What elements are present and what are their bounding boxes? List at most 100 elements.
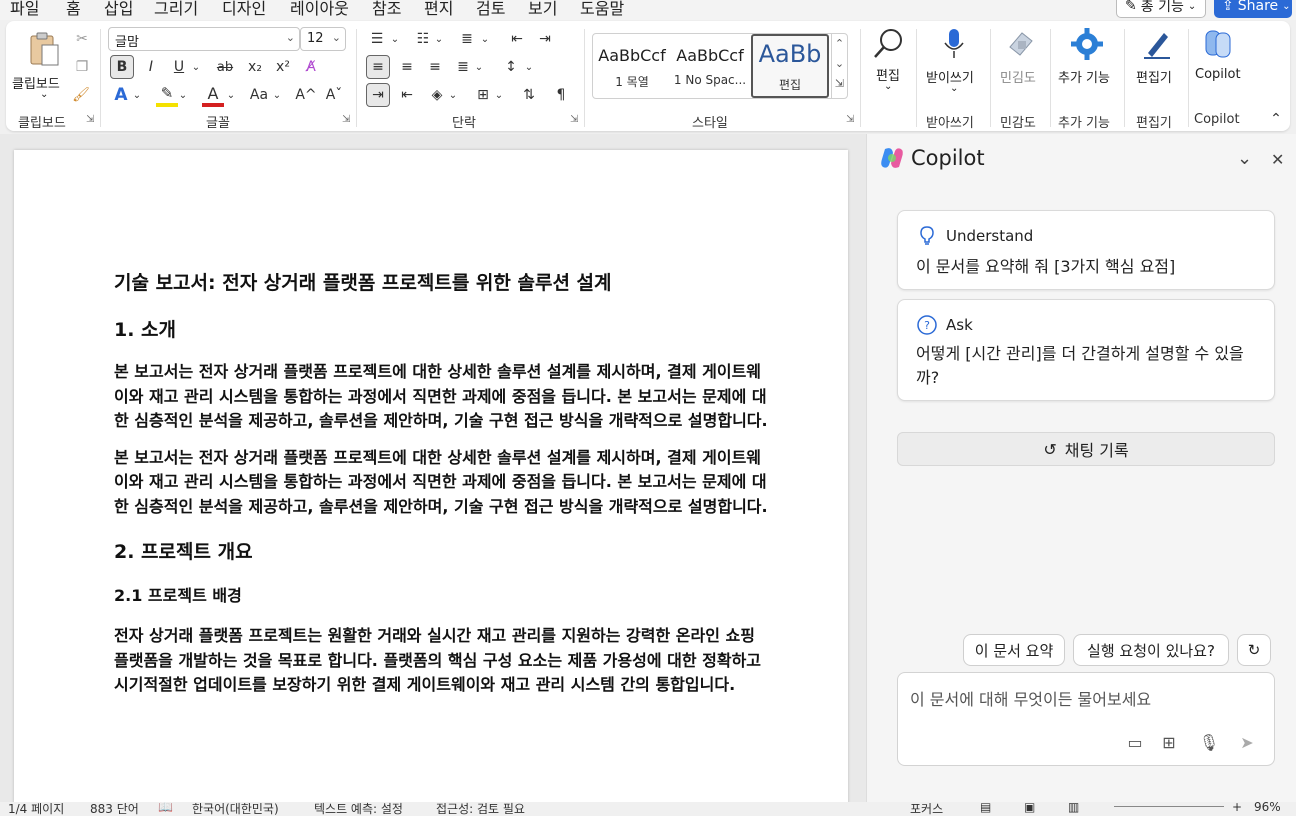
style-edit[interactable]: AaBb 편집 — [751, 34, 829, 98]
tab-references[interactable]: 참조 — [372, 0, 401, 19]
multilevel-list-icon[interactable]: ≣ — [456, 27, 478, 51]
tab-mailings[interactable]: 편지 — [424, 0, 453, 19]
bold-button[interactable]: B — [110, 55, 134, 79]
change-case-button[interactable]: Aa — [246, 83, 272, 107]
language-indicator[interactable]: 한국어(대한민국) — [192, 800, 279, 816]
style-heading-1[interactable]: AaBbCcf 1 목열 — [593, 34, 671, 98]
editing-button[interactable]: 편집 ⌄ — [868, 25, 908, 105]
tab-review[interactable]: 검토 — [476, 0, 505, 19]
zoom-level[interactable]: 96% — [1254, 800, 1281, 814]
copy-icon[interactable]: ❐ — [72, 57, 92, 77]
suggestion-chip-action-items[interactable]: 실행 요청이 있나요? — [1073, 634, 1229, 666]
align-center-icon[interactable]: ≡ — [396, 55, 418, 79]
ltr-direction-icon[interactable]: ⇥ — [366, 83, 390, 107]
tab-file[interactable]: 파일 — [10, 0, 39, 19]
superscript-button[interactable]: x² — [272, 55, 294, 79]
dialog-launcher-icon[interactable]: ⇲ — [86, 114, 94, 125]
prompt-card-ask[interactable]: ? Ask 어떻게 [시간 관리]를 더 간결하게 설명할 수 있을까? — [897, 299, 1275, 401]
subscript-button[interactable]: x₂ — [244, 55, 266, 79]
document-body[interactable]: 기술 보고서: 전자 상거래 플랫폼 프로젝트를 위한 솔루션 설계 1. 소개… — [114, 268, 794, 710]
decrease-indent-icon[interactable]: ⇤ — [506, 27, 528, 51]
page-count[interactable]: 1/4 페이지 — [8, 800, 64, 816]
text-effects-icon[interactable]: A — [110, 83, 132, 107]
chevron-down-icon[interactable]: ⌄ — [272, 83, 282, 107]
chevron-down-icon[interactable]: ⌄ — [480, 27, 490, 51]
tab-help[interactable]: 도움말 — [580, 0, 624, 19]
chevron-down-icon[interactable]: ⌄ — [524, 55, 534, 79]
increase-indent-icon[interactable]: ⇥ — [534, 27, 556, 51]
tab-insert[interactable]: 삽입 — [104, 0, 133, 19]
suggestion-chip-summarize[interactable]: 이 문서 요약 — [963, 634, 1065, 666]
tab-layout[interactable]: 레이아웃 — [290, 0, 349, 19]
tab-view[interactable]: 보기 — [528, 0, 557, 19]
print-layout-icon[interactable]: ▣ — [1024, 800, 1035, 814]
send-icon[interactable]: ➤ — [1236, 731, 1258, 753]
style-no-spacing[interactable]: AaBbCcf 1 No Spac... — [671, 34, 749, 98]
justify-icon[interactable]: ≣ — [452, 55, 474, 79]
chevron-down-icon[interactable]: ⌄ — [434, 27, 444, 51]
grow-font-button[interactable]: A^ — [294, 83, 318, 107]
dialog-launcher-icon[interactable]: ⇲ — [846, 114, 854, 125]
notebook-icon[interactable]: ▭ — [1124, 731, 1146, 753]
editing-mode-button[interactable]: ✎ 총 기능 ⌄ — [1116, 0, 1206, 18]
collapse-ribbon-icon[interactable]: ⌃ — [1266, 109, 1286, 129]
format-painter-icon[interactable]: 🖌 — [70, 85, 92, 105]
apps-icon[interactable]: ⊞ — [1158, 731, 1180, 753]
line-spacing-icon[interactable]: ↕ — [500, 55, 522, 79]
chat-history-button[interactable]: ↺ 채팅 기록 — [897, 432, 1275, 466]
highlight-icon[interactable]: ✎ — [156, 83, 178, 107]
add-ins-button[interactable]: 추가 기능 — [1056, 25, 1120, 105]
bullets-icon[interactable]: ☰ — [366, 27, 388, 51]
document-page[interactable]: 기술 보고서: 전자 상거래 플랫폼 프로젝트를 위한 솔루션 설계 1. 소개… — [14, 150, 848, 810]
font-name-dropdown[interactable]: 글맘 ⌄ — [108, 27, 300, 51]
chevron-down-icon[interactable]: ⌄ — [178, 83, 188, 107]
chevron-down-icon[interactable]: ⌄ — [1237, 148, 1252, 169]
tab-draw[interactable]: 그리기 — [154, 0, 198, 19]
zoom-slider[interactable] — [1114, 806, 1224, 807]
shrink-font-button[interactable]: Aˇ — [322, 83, 346, 107]
underline-button[interactable]: U — [168, 55, 190, 79]
prompt-card-understand[interactable]: Understand 이 문서를 요약해 줘 [3가지 핵심 요점] — [897, 210, 1275, 290]
read-mode-icon[interactable]: ▤ — [980, 800, 991, 814]
dialog-launcher-icon[interactable]: ⇲ — [570, 114, 578, 125]
microphone-icon[interactable]: 🎙 — [1198, 731, 1220, 753]
share-button[interactable]: ⇪ Share ⌄ — [1214, 0, 1292, 18]
text-prediction-indicator[interactable]: 텍스트 예측: 설정 — [314, 800, 403, 816]
editor-button[interactable]: 편집기 — [1130, 25, 1186, 105]
clear-formatting-icon[interactable]: A̸ — [300, 55, 322, 79]
cut-icon[interactable]: ✂ — [72, 29, 92, 49]
align-left-icon[interactable]: ≡ — [366, 55, 390, 79]
accessibility-indicator[interactable]: 접근성: 검토 필요 — [436, 800, 525, 816]
chevron-down-icon[interactable]: ⌄ — [226, 83, 236, 107]
dictate-button[interactable]: 받이쓰기 ⌄ — [922, 25, 986, 105]
copilot-ribbon-button[interactable]: Copilot — [1192, 25, 1244, 105]
chevron-down-icon[interactable]: ⌄ — [132, 83, 142, 107]
show-formatting-icon[interactable]: ¶ — [550, 83, 572, 107]
proofing-icon[interactable]: 📖 — [158, 800, 173, 814]
tab-design[interactable]: 디자인 — [222, 0, 266, 19]
styles-scroll[interactable]: ⌃ ⌄ ⇲ — [831, 34, 847, 98]
chevron-down-icon[interactable]: ⌄ — [494, 83, 504, 107]
dialog-launcher-icon[interactable]: ⇲ — [342, 114, 350, 125]
chevron-down-icon[interactable]: ⌄ — [190, 55, 202, 79]
refresh-suggestions-icon[interactable]: ↻ — [1237, 634, 1271, 666]
paste-button[interactable]: 클립보드 ⌄ — [12, 29, 70, 109]
copilot-prompt-input[interactable]: 이 문서에 대해 무엇이든 물어보세요 ▭ ⊞ 🎙 ➤ — [897, 672, 1275, 766]
sort-icon[interactable]: ⇅ — [518, 83, 540, 107]
close-icon[interactable]: ✕ — [1271, 150, 1284, 169]
chevron-down-icon[interactable]: ⌄ — [474, 55, 484, 79]
web-layout-icon[interactable]: ▥ — [1068, 800, 1079, 814]
chevron-down-icon[interactable]: ⌄ — [390, 27, 400, 51]
word-count[interactable]: 883 단어 — [90, 800, 139, 816]
tab-home[interactable]: 홈 — [66, 0, 81, 25]
strikethrough-button[interactable]: ab — [210, 55, 240, 79]
align-right-icon[interactable]: ≡ — [424, 55, 446, 79]
rtl-direction-icon[interactable]: ⇤ — [396, 83, 418, 107]
sensitivity-button[interactable]: 민김도 — [996, 25, 1048, 105]
focus-button[interactable]: 포커스 — [910, 800, 943, 816]
font-color-icon[interactable]: A — [202, 83, 224, 107]
font-size-dropdown[interactable]: 12 ⌄ — [300, 27, 346, 51]
shading-icon[interactable]: ◈ — [426, 83, 448, 107]
chevron-down-icon[interactable]: ⌄ — [448, 83, 458, 107]
numbering-icon[interactable]: ☷ — [412, 27, 434, 51]
